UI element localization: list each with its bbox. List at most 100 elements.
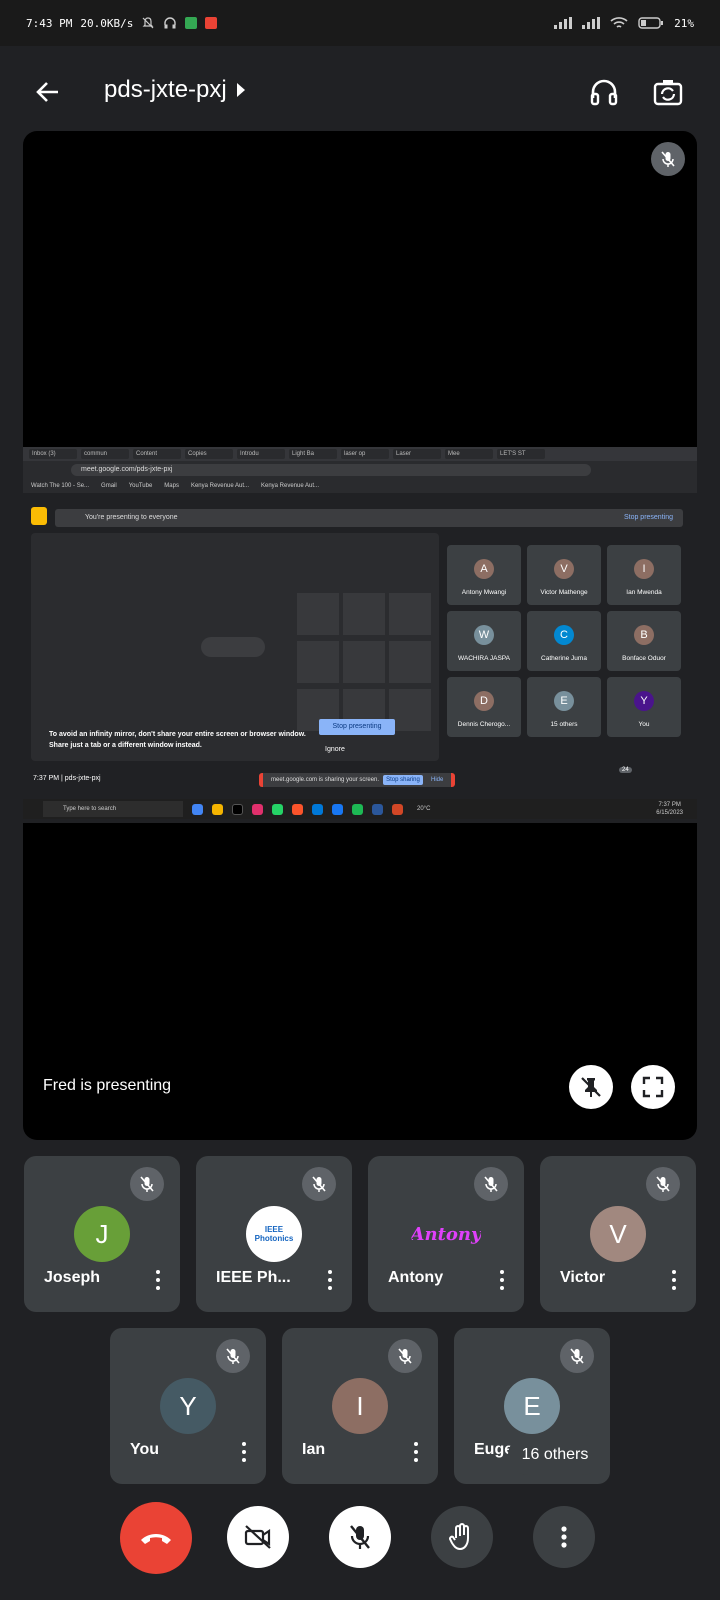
fullscreen-button[interactable]	[631, 1065, 675, 1109]
participant-name: IEEE Ph...	[216, 1269, 291, 1286]
mic-toggle-button[interactable]	[329, 1506, 391, 1568]
mic-off-icon	[656, 1176, 670, 1192]
presenting-indicator-icon	[31, 507, 47, 525]
caret-right-icon	[236, 83, 245, 97]
browser-tab: Mee	[445, 449, 493, 459]
status-time: 7:43 PM	[26, 16, 73, 30]
shared-grid-tile: V Victor Mathenge	[527, 545, 601, 605]
infinity-mirror-warning: To avoid an infinity mirror, don't share…	[49, 729, 306, 751]
participant-muted-badge	[560, 1339, 594, 1373]
others-count-pill[interactable]: 16 others	[508, 1435, 602, 1475]
shared-grid-tile: A Antony Mwangi	[447, 545, 521, 605]
mirror-tile	[343, 593, 385, 635]
back-arrow-icon[interactable]	[30, 74, 66, 110]
spotify-app-icon	[352, 803, 363, 815]
avatar: E	[554, 691, 574, 711]
participant-more-button[interactable]	[236, 1440, 252, 1464]
participant-more-button[interactable]	[322, 1268, 338, 1292]
raise-hand-button[interactable]	[431, 1506, 493, 1568]
participant-tile[interactable]: IEEE Photonics IEEE Ph...	[196, 1156, 352, 1312]
browser-tab: Laser	[393, 449, 441, 459]
tile-name: Dennis Cherogo...	[457, 721, 511, 728]
browser-tab: Introdu	[237, 449, 285, 459]
mic-off-icon	[484, 1176, 498, 1192]
shared-grid-tile: Y You	[607, 677, 681, 737]
tiktok-app-icon	[232, 803, 243, 815]
tile-name: Catherine Juma	[541, 655, 587, 662]
more-options-button[interactable]	[533, 1506, 595, 1568]
participant-more-button[interactable]	[666, 1268, 682, 1292]
camera-toggle-button[interactable]	[227, 1506, 289, 1568]
unpin-button[interactable]	[569, 1065, 613, 1109]
bookmark: YouTube	[128, 483, 153, 489]
avatar: C	[554, 625, 574, 645]
mirror-tile	[389, 641, 431, 683]
taskbar-clock: 7:37 PM 6/15/2023	[656, 801, 683, 817]
browser-tab: Inbox (3)	[29, 449, 77, 459]
headphones-icon[interactable]	[586, 74, 622, 110]
facebook-app-icon	[332, 803, 343, 815]
participant-tile[interactable]: Antony Antony	[368, 1156, 524, 1312]
participant-count-badge: 24	[619, 767, 632, 773]
avatar: A	[474, 559, 494, 579]
taskbar-date: 6/15/2023	[656, 810, 683, 816]
mirror-grid	[297, 593, 433, 733]
tile-name: Antony Mwangi	[461, 589, 507, 596]
tile-name: You	[638, 721, 650, 728]
chrome-app-icon	[192, 803, 203, 815]
mic-off-icon	[570, 1348, 584, 1364]
battery-percent: 21%	[674, 16, 694, 30]
shared-grid-tile: I Ian Mwenda	[607, 545, 681, 605]
switch-camera-icon[interactable]	[650, 74, 686, 110]
participant-more-button[interactable]	[408, 1440, 424, 1464]
browser-tab: laser op	[341, 449, 389, 459]
participant-tile[interactable]: I Ian	[282, 1328, 438, 1484]
signal-icon	[554, 17, 573, 29]
participant-more-button[interactable]	[494, 1268, 510, 1292]
mic-off-icon	[140, 1176, 154, 1192]
warning-line-2: Share just a tab or a different window i…	[49, 742, 202, 749]
participant-more-button[interactable]	[150, 1268, 166, 1292]
participant-tile[interactable]: V Victor	[540, 1156, 696, 1312]
signal-2-icon	[582, 17, 601, 29]
sharing-notice-text: meet.google.com is sharing your screen.	[271, 777, 380, 783]
end-call-icon	[141, 1534, 171, 1544]
avatar: IEEE Photonics	[246, 1206, 302, 1262]
mic-off-icon	[226, 1348, 240, 1364]
participant-muted-badge	[474, 1167, 508, 1201]
browser-address-bar: meet.google.com/pds-jxte-pxj	[23, 461, 697, 479]
end-call-button[interactable]	[120, 1502, 192, 1574]
participant-tile[interactable]: J Joseph	[24, 1156, 180, 1312]
taskbar-weather: 20°C	[417, 806, 431, 812]
footer-time-code: 7:37 PM | pds-jxte-pxj	[33, 775, 101, 782]
mirror-tile	[297, 593, 339, 635]
meeting-code-button[interactable]: pds-jxte-pxj	[104, 76, 245, 104]
sharing-notice: meet.google.com is sharing your screen. …	[259, 773, 455, 787]
bookmark: Kenya Revenue Aut...	[261, 483, 320, 489]
camera-off-icon	[244, 1525, 271, 1549]
ignore-link: Ignore	[325, 746, 345, 753]
app-notification-icon	[185, 17, 198, 29]
presenter-muted-badge	[651, 142, 685, 176]
participant-tile[interactable]: Y You	[110, 1328, 266, 1484]
shared-grid-tile: D Dennis Cherogo...	[447, 677, 521, 737]
browser-tab: Copies	[185, 449, 233, 459]
shared-screen-content: Inbox (3) commun Content Copies Introdu …	[23, 447, 697, 823]
bookmark: Kenya Revenue Aut...	[190, 483, 249, 489]
bookmarks-bar: Watch The 100 - Se... Gmail YouTube Maps…	[23, 479, 697, 493]
avatar: Antony	[411, 1223, 481, 1245]
tile-name: Victor Mathenge	[540, 589, 588, 596]
whatsapp-app-icon	[272, 803, 283, 815]
presenting-banner-text: You're presenting to everyone	[85, 514, 178, 521]
presentation-stage[interactable]: Inbox (3) commun Content Copies Introdu …	[23, 131, 697, 1140]
avatar: Y	[160, 1378, 216, 1434]
folder-app-icon	[212, 803, 223, 815]
participant-muted-badge	[388, 1339, 422, 1373]
tile-name: Ian Mwenda	[626, 589, 662, 596]
avatar: V	[554, 559, 574, 579]
presenter-label: Fred is presenting	[43, 1077, 172, 1094]
tile-name: Bonface Oduor	[622, 655, 666, 662]
brave-app-icon	[292, 803, 303, 815]
powerpoint-app-icon	[392, 803, 403, 815]
browser-tabs: Inbox (3) commun Content Copies Introdu …	[23, 447, 697, 461]
